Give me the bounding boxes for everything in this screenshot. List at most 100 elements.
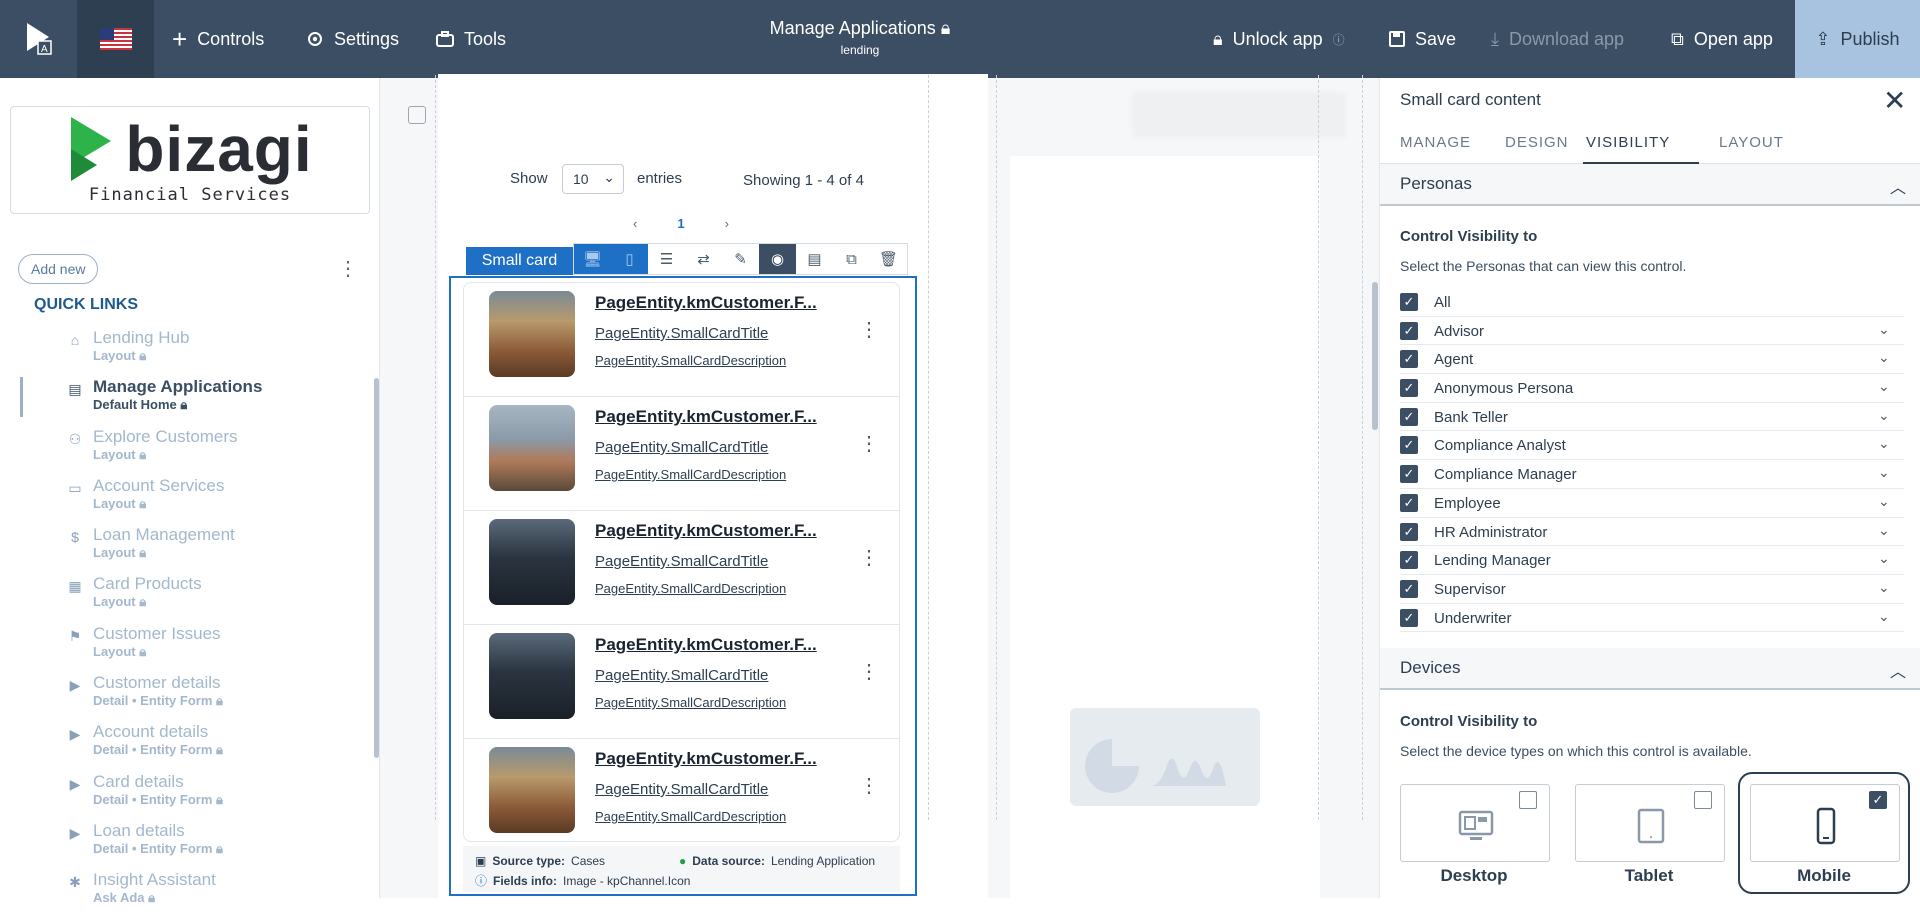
close-icon[interactable]: ✕ <box>1883 84 1906 117</box>
card-description[interactable]: PageEntity.SmallCardDescription <box>595 581 786 596</box>
tablet-view-icon[interactable]: ▯ <box>611 244 648 274</box>
persona-row[interactable]: ✓ Agent ⌄ <box>1400 345 1904 375</box>
unlock-app-button[interactable]: 🔒︎ Unlock app ⓘ <box>1213 0 1345 78</box>
tab-layout[interactable]: LAYOUT <box>1719 134 1784 151</box>
swap-icon[interactable]: ⇄ <box>685 244 722 274</box>
persona-checkbox[interactable]: ✓ <box>1400 551 1418 570</box>
small-card-item[interactable]: PageEntity.kmCustomer.F... PageEntity.Sma… <box>464 283 899 397</box>
tab-manage[interactable]: MANAGE <box>1400 134 1471 151</box>
publish-button[interactable]: ⇪ Publish <box>1795 0 1920 78</box>
sidebar-item[interactable]: ⌂ Lending Hub Layout 🔒︎ <box>0 324 370 373</box>
persona-checkbox[interactable]: ✓ <box>1400 379 1418 398</box>
persona-checkbox[interactable]: ✓ <box>1400 579 1418 598</box>
properties-icon[interactable]: ☰ <box>648 244 685 274</box>
small-card-item[interactable]: PageEntity.kmCustomer.F... PageEntity.Sma… <box>464 625 899 739</box>
chevron-down-icon[interactable]: ⌄ <box>1878 378 1890 395</box>
next-page-icon[interactable]: › <box>725 216 729 231</box>
persona-checkbox[interactable]: ✓ <box>1400 436 1418 455</box>
delete-icon[interactable]: 🗑︎ <box>870 244 907 274</box>
sidebar-item[interactable]: $ Loan Management Layout 🔒︎ <box>0 521 370 570</box>
chevron-down-icon[interactable]: ⌄ <box>1878 550 1890 567</box>
small-card-item[interactable]: PageEntity.kmCustomer.F... PageEntity.Sma… <box>464 739 899 853</box>
devices-section-header[interactable]: Devices ︿ <box>1380 648 1920 690</box>
tab-visibility[interactable]: VISIBILITY <box>1586 134 1670 151</box>
desktop-view-icon[interactable]: 🖥︎ <box>574 244 611 274</box>
card-heading[interactable]: PageEntity.kmCustomer.F... <box>595 407 817 427</box>
sidebar-item[interactable]: ▶ Account details Detail • Entity Form 🔒︎ <box>0 718 370 767</box>
app-logo-icon[interactable]: A <box>0 0 77 78</box>
sidebar-item[interactable]: ▶ Loan details Detail • Entity Form 🔒︎ <box>0 817 370 866</box>
persona-row[interactable]: ✓ Supervisor ⌄ <box>1400 575 1904 604</box>
persona-row[interactable]: ✓ Underwriter ⌄ <box>1400 604 1904 633</box>
tools-button[interactable]: Tools <box>436 0 506 78</box>
card-heading[interactable]: PageEntity.kmCustomer.F... <box>595 293 817 313</box>
card-description[interactable]: PageEntity.SmallCardDescription <box>595 353 786 368</box>
small-card-item[interactable]: PageEntity.kmCustomer.F... PageEntity.Sma… <box>464 511 899 625</box>
small-card-tag[interactable]: Small card <box>466 247 573 275</box>
chevron-down-icon[interactable]: ⌄ <box>1878 493 1890 510</box>
chevron-down-icon[interactable]: ⌄ <box>1878 608 1890 625</box>
canvas-scrollbar[interactable] <box>1372 282 1378 430</box>
card-description[interactable]: PageEntity.SmallCardDescription <box>595 809 786 824</box>
card-menu-icon[interactable]: ⋮ <box>859 545 879 570</box>
chevron-down-icon[interactable]: ⌄ <box>1878 321 1890 338</box>
sidebar-item[interactable]: ✱ Insight Assistant Ask Ada 🔒︎ <box>0 866 370 915</box>
device-tablet-option[interactable] <box>1575 784 1725 862</box>
persona-row[interactable]: ✓ HR Administrator ⌄ <box>1400 518 1904 547</box>
language-flag-icon[interactable] <box>77 0 154 78</box>
save-button[interactable]: Save <box>1389 0 1456 78</box>
card-description[interactable]: PageEntity.SmallCardDescription <box>595 467 786 482</box>
chevron-down-icon[interactable]: ⌄ <box>1878 579 1890 596</box>
card-title[interactable]: PageEntity.SmallCardTitle <box>595 439 768 456</box>
tab-design[interactable]: DESIGN <box>1505 134 1569 151</box>
more-options-icon[interactable]: ⋮ <box>338 256 358 281</box>
card-heading[interactable]: PageEntity.kmCustomer.F... <box>595 749 817 769</box>
sidebar-item[interactable]: ▶ Customer details Detail • Entity Form 🔒︎ <box>0 669 370 718</box>
card-menu-icon[interactable]: ⋮ <box>859 659 879 684</box>
card-menu-icon[interactable]: ⋮ <box>859 317 879 342</box>
persona-row[interactable]: ✓ All <box>1400 288 1904 317</box>
persona-checkbox[interactable]: ✓ <box>1400 522 1418 541</box>
page-number[interactable]: 1 <box>677 216 684 231</box>
sidebar-item[interactable]: ▤ Manage Applications Default Home 🔒︎ <box>0 373 370 422</box>
card-menu-icon[interactable]: ⋮ <box>859 773 879 798</box>
persona-row[interactable]: ✓ Anonymous Persona ⌄ <box>1400 374 1904 403</box>
download-app-button[interactable]: ⤓ Download app <box>1491 0 1624 78</box>
chevron-down-icon[interactable]: ⌄ <box>1878 349 1890 366</box>
sidebar-item[interactable]: ▭ Account Services Layout 🔒︎ <box>0 472 370 521</box>
card-title[interactable]: PageEntity.SmallCardTitle <box>595 667 768 684</box>
device-desktop-option[interactable] <box>1400 784 1550 862</box>
duplicate-icon[interactable]: ⧉ <box>833 244 870 274</box>
persona-checkbox[interactable]: ✓ <box>1400 608 1418 627</box>
sidebar-item[interactable]: ▦ Card Products Layout 🔒︎ <box>0 570 370 619</box>
chevron-down-icon[interactable]: ⌄ <box>1878 464 1890 481</box>
tablet-checkbox[interactable] <box>1694 791 1712 809</box>
chevron-down-icon[interactable]: ⌄ <box>1878 435 1890 452</box>
card-heading[interactable]: PageEntity.kmCustomer.F... <box>595 635 817 655</box>
persona-checkbox[interactable]: ✓ <box>1400 407 1418 426</box>
edit-icon[interactable]: ✎ <box>722 244 759 274</box>
prev-page-icon[interactable]: ‹ <box>633 216 637 231</box>
persona-row[interactable]: ✓ Compliance Analyst ⌄ <box>1400 431 1904 461</box>
small-card-item[interactable]: PageEntity.kmCustomer.F... PageEntity.Sma… <box>464 397 899 511</box>
card-title[interactable]: PageEntity.SmallCardTitle <box>595 325 768 342</box>
desktop-checkbox[interactable] <box>1519 791 1537 809</box>
persona-checkbox[interactable]: ✓ <box>1400 293 1418 311</box>
settings-button[interactable]: Settings <box>306 0 399 78</box>
sidebar-scrollbar[interactable] <box>374 378 379 758</box>
personas-section-header[interactable]: Personas ︿ <box>1380 164 1920 206</box>
controls-button[interactable]: + Controls <box>172 0 264 78</box>
chevron-down-icon[interactable]: ⌄ <box>1878 522 1890 539</box>
card-heading[interactable]: PageEntity.kmCustomer.F... <box>595 521 817 541</box>
persona-row[interactable]: ✓ Employee ⌄ <box>1400 489 1904 518</box>
collapse-panel-icon[interactable] <box>408 106 426 124</box>
layout-icon[interactable]: ▤ <box>796 244 833 274</box>
card-description[interactable]: PageEntity.SmallCardDescription <box>595 695 786 710</box>
card-title[interactable]: PageEntity.SmallCardTitle <box>595 781 768 798</box>
persona-row[interactable]: ✓ Lending Manager ⌄ <box>1400 546 1904 575</box>
card-menu-icon[interactable]: ⋮ <box>859 431 879 456</box>
sidebar-item[interactable]: ▶ Card details Detail • Entity Form 🔒︎ <box>0 768 370 817</box>
persona-checkbox[interactable]: ✓ <box>1400 350 1418 369</box>
chevron-down-icon[interactable]: ⌄ <box>1878 407 1890 424</box>
persona-row[interactable]: ✓ Advisor ⌄ <box>1400 317 1904 346</box>
